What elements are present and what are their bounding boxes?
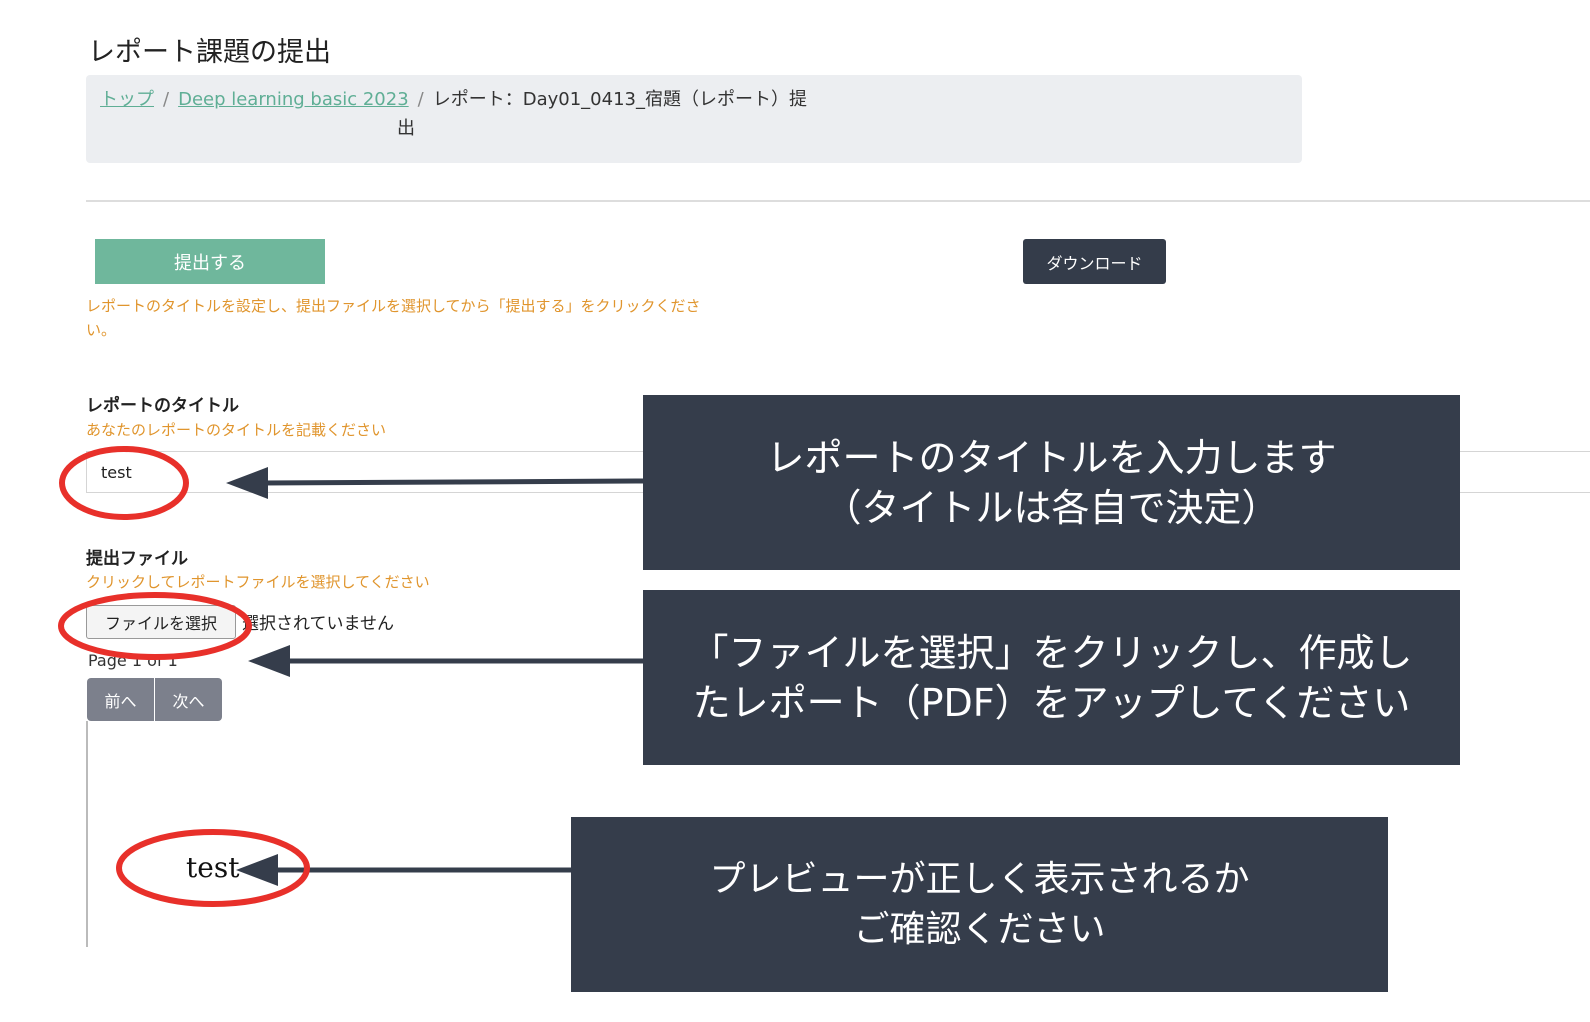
submit-file-hint: クリックしてレポートファイルを選択してください <box>86 573 430 591</box>
report-title-hint: あなたのレポートのタイトルを記載ください <box>86 421 387 439</box>
download-button[interactable]: ダウンロード <box>1023 239 1166 284</box>
submit-hint: レポートのタイトルを設定し、提出ファイルを選択してから「提出する」をクリックくだ… <box>86 297 701 339</box>
choose-file-button[interactable]: ファイルを選択 <box>86 605 236 639</box>
callout-preview-instruction: プレビューが正しく表示されるか ご確認ください <box>571 817 1388 992</box>
page-title: レポート課題の提出 <box>88 37 331 68</box>
breadcrumb-separator: / <box>417 89 424 110</box>
arrowhead-icon <box>236 854 278 886</box>
breadcrumb-row: トップ / Deep learning basic 2023 / レポート：Day01_… <box>100 85 807 111</box>
divider <box>86 200 1590 202</box>
callout-text: プレビューが正しく表示されるか <box>709 858 1250 900</box>
breadcrumb-separator: / <box>163 89 170 110</box>
callout-text: レポートのタイトルを入力します <box>766 435 1337 480</box>
callout-file-instruction: 「ファイルを選択」をクリックし、作成し たレポート（PDF）をアップしてください <box>643 590 1460 765</box>
pdf-preview-frame <box>86 721 88 947</box>
report-title-label: レポートのタイトル <box>86 396 239 416</box>
breadcrumb-current-continued: 出 <box>397 118 415 139</box>
page-counter: Page 1 of 1 <box>88 651 178 670</box>
breadcrumb-course-link[interactable]: Deep learning basic 2023 <box>178 89 409 110</box>
submit-file-label: 提出ファイル <box>86 549 188 569</box>
pdf-preview-text: test <box>186 851 240 884</box>
breadcrumb-current: レポート：Day01_0413_宿題（レポート）提 <box>432 89 807 110</box>
submit-button[interactable]: 提出する <box>95 239 325 284</box>
prev-page-button[interactable]: 前へ <box>87 678 154 721</box>
callout-text: ご確認ください <box>853 908 1106 950</box>
callout-text: 「ファイルを選択」をクリックし、作成し <box>690 630 1413 675</box>
callout-text: たレポート（PDF）をアップしてください <box>692 680 1411 725</box>
breadcrumb-home-link[interactable]: トップ <box>100 89 154 110</box>
next-page-button[interactable]: 次へ <box>155 678 222 721</box>
callout-title-instruction: レポートのタイトルを入力します （タイトルは各自で決定） <box>643 395 1460 570</box>
arrowhead-icon <box>248 645 290 677</box>
file-status-text: 選択されていません <box>242 614 394 634</box>
callout-text: （タイトルは各自で決定） <box>823 485 1280 530</box>
